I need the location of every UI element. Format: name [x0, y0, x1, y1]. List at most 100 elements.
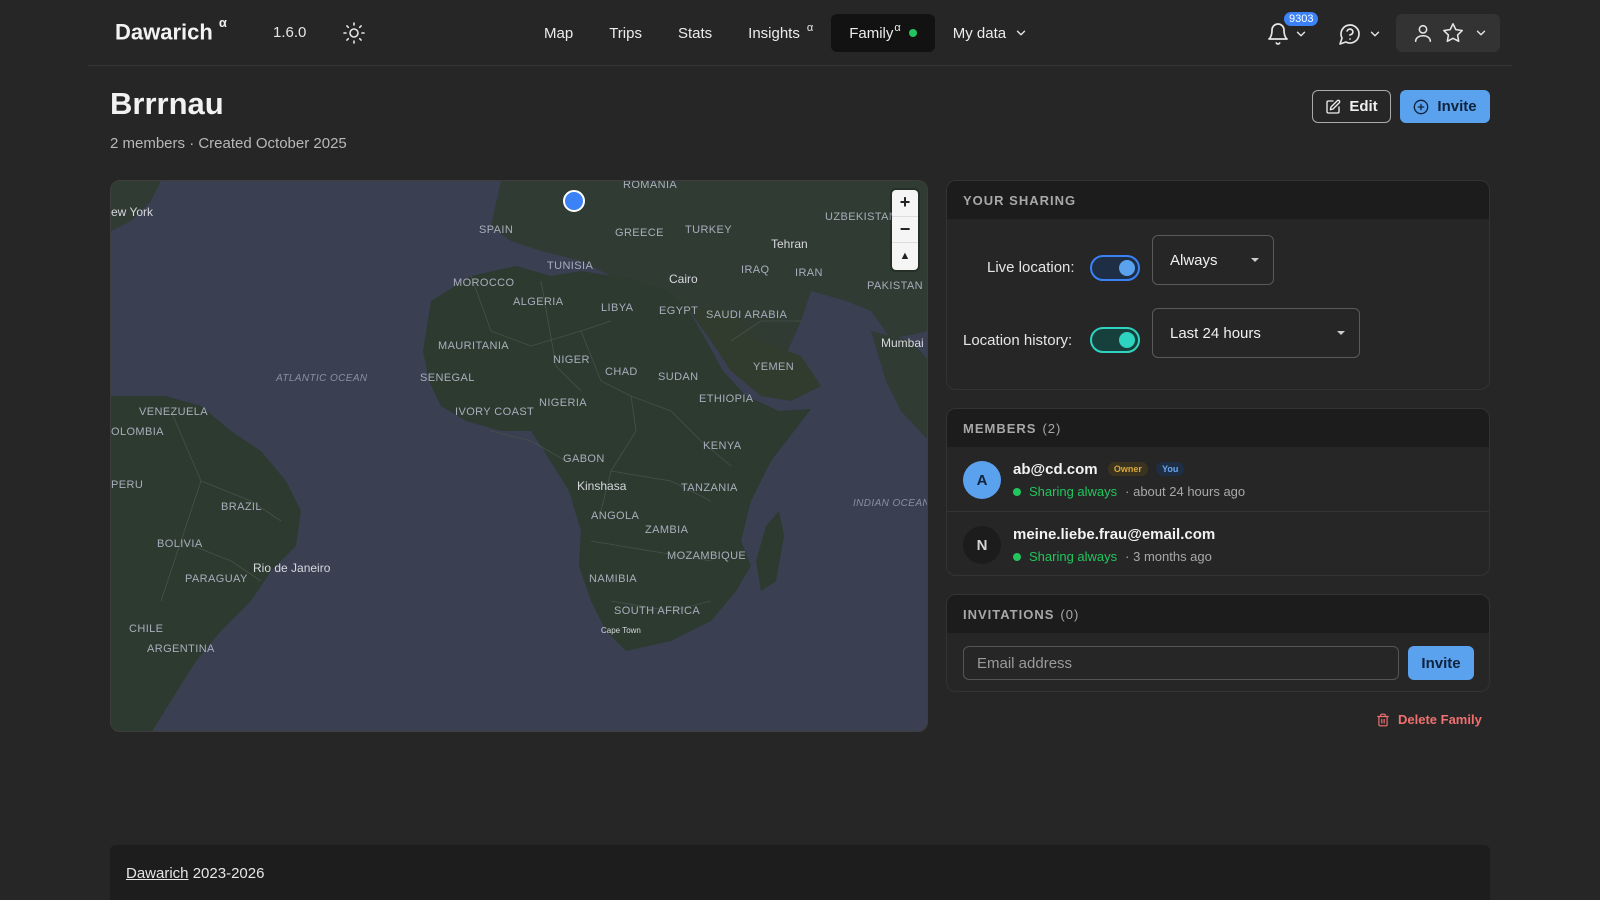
sun-icon — [343, 22, 365, 44]
map-label: MAURITANIA — [438, 340, 510, 352]
members-heading: MEMBERS (2) — [947, 409, 1489, 447]
map-label: SENEGAL — [420, 372, 475, 384]
nav-insights-label: Insights — [748, 24, 800, 42]
map-label: Cairo — [669, 272, 698, 286]
map-label: Rio de Janeiro — [253, 561, 331, 575]
map-label: EGYPT — [659, 305, 699, 317]
map-label: ATLANTIC OCEAN — [276, 373, 368, 384]
nav-insights-alpha: α — [806, 22, 814, 34]
members-heading-label: MEMBERS — [963, 420, 1037, 436]
map-label: YEMEN — [753, 361, 795, 373]
location-history-toggle[interactable] — [1090, 327, 1140, 353]
map-label: SPAIN — [479, 224, 514, 236]
edit-button[interactable]: Edit — [1312, 90, 1391, 123]
last-seen: · 3 months ago — [1125, 549, 1212, 564]
map-label: ZAMBIA — [645, 524, 689, 536]
owner-badge: Owner — [1107, 462, 1148, 476]
nav-my-data-label: My data — [952, 24, 1007, 42]
help-icon — [1339, 24, 1360, 45]
map-label: CHAD — [605, 366, 638, 378]
member-row[interactable]: A ab@cd.com Owner You Sharing always · a… — [947, 447, 1489, 512]
nav-my-data[interactable]: My data — [935, 14, 1046, 52]
last-seen: · about 24 hours ago — [1125, 484, 1246, 499]
invitations-heading: INVITATIONS (0) — [947, 595, 1489, 633]
edit-icon — [1326, 99, 1341, 114]
compass-reset-button[interactable]: ▲ — [892, 243, 918, 270]
footer-text: Dawarich 2023-2026 — [126, 865, 264, 882]
status-dot — [1013, 487, 1021, 496]
map-label: PAKISTAN — [867, 280, 923, 292]
members-count: (2) — [1042, 420, 1062, 436]
zoom-out-button[interactable]: − — [892, 217, 918, 244]
avatar: A — [963, 461, 1001, 499]
nav-trips[interactable]: Trips — [591, 14, 660, 52]
brand-name: Dawarich — [115, 19, 213, 45]
version-label: 1.6.0 — [273, 24, 307, 41]
map-label: SUDAN — [658, 371, 699, 383]
map-label: ALGERIA — [513, 296, 564, 308]
map-label: Kinshasa — [577, 479, 627, 493]
invite-email-input[interactable] — [963, 646, 1399, 680]
star-icon — [1443, 23, 1463, 43]
bell-icon — [1268, 23, 1288, 45]
live-location-toggle[interactable] — [1090, 255, 1140, 281]
footer-brand-link[interactable]: Dawarich — [126, 865, 189, 882]
nav-map[interactable]: Map — [526, 14, 591, 52]
user-icon — [1414, 24, 1432, 43]
page-subtitle: 2 members · Created October 2025 — [110, 135, 347, 152]
nav-insights[interactable]: Insights α — [730, 14, 831, 52]
invite-button[interactable]: Invite — [1400, 90, 1490, 123]
caret-down-icon — [1251, 258, 1259, 262]
sharing-panel: YOUR SHARING Live location: Always Locat… — [946, 180, 1490, 390]
map-label: VENEZUELA — [139, 406, 209, 418]
status-dot — [908, 29, 917, 37]
plus-circle-icon — [1414, 99, 1429, 114]
map-label: TANZANIA — [681, 482, 738, 494]
trash-icon — [1377, 713, 1389, 726]
avatar: N — [963, 526, 1001, 564]
send-invite-button[interactable]: Invite — [1408, 646, 1474, 680]
member-status: Sharing always · about 24 hours ago — [1013, 484, 1245, 499]
map-label: TUNISIA — [547, 260, 594, 272]
nav-map-label: Map — [544, 24, 574, 42]
nav-family[interactable]: Family α — [831, 14, 935, 52]
family-map[interactable]: ew York ROMANIA UZBEKISTAN SPAIN GREECE … — [110, 180, 928, 732]
sharing-status: Sharing always — [1029, 549, 1118, 564]
help-menu-button[interactable] — [1338, 20, 1386, 48]
chevron-down-icon — [1296, 31, 1306, 37]
nav-family-alpha: α — [894, 22, 901, 34]
map-label: KENYA — [703, 440, 742, 452]
map-label: OLOMBIA — [111, 426, 164, 438]
page-title: Brrrnau — [110, 86, 224, 121]
toggle-knob — [1119, 332, 1135, 348]
map-label: NAMIBIA — [589, 573, 638, 585]
delete-family-button[interactable]: Delete Family — [1376, 712, 1482, 727]
edit-button-label: Edit — [1349, 98, 1378, 115]
map-label: IRAQ — [741, 264, 770, 276]
member-email: meine.liebe.frau@email.com — [1013, 526, 1216, 543]
theme-toggle-button[interactable] — [342, 21, 366, 45]
member-email-line: meine.liebe.frau@email.com — [1013, 526, 1215, 543]
user-menu-button[interactable] — [1396, 14, 1500, 52]
location-history-select[interactable]: Last 24 hours — [1152, 308, 1360, 358]
zoom-in-button[interactable]: + — [892, 190, 918, 217]
member-location-marker[interactable] — [563, 190, 585, 212]
sharing-status: Sharing always — [1029, 484, 1118, 499]
you-badge: You — [1156, 462, 1185, 476]
map-label: SAUDI ARABIA — [706, 309, 788, 321]
caret-down-icon — [1337, 331, 1345, 335]
member-row[interactable]: N meine.liebe.frau@email.com Sharing alw… — [947, 512, 1489, 575]
map-zoom-control: + − ▲ — [892, 190, 918, 270]
map-label: GREECE — [615, 227, 664, 239]
member-email-line: ab@cd.com Owner You — [1013, 461, 1185, 478]
brand-logo[interactable]: Dawarich α — [115, 15, 227, 45]
map-label: MOROCCO — [453, 277, 515, 289]
nav-stats[interactable]: Stats — [660, 14, 730, 52]
nav-trips-label: Trips — [609, 24, 642, 42]
map-label: CHILE — [129, 623, 164, 635]
map-label: Tehran — [771, 237, 808, 251]
live-location-select[interactable]: Always — [1152, 235, 1274, 285]
map-label: INDIAN OCEAN — [853, 498, 928, 509]
chevron-down-icon — [1016, 30, 1026, 36]
live-location-value: Always — [1170, 251, 1218, 269]
